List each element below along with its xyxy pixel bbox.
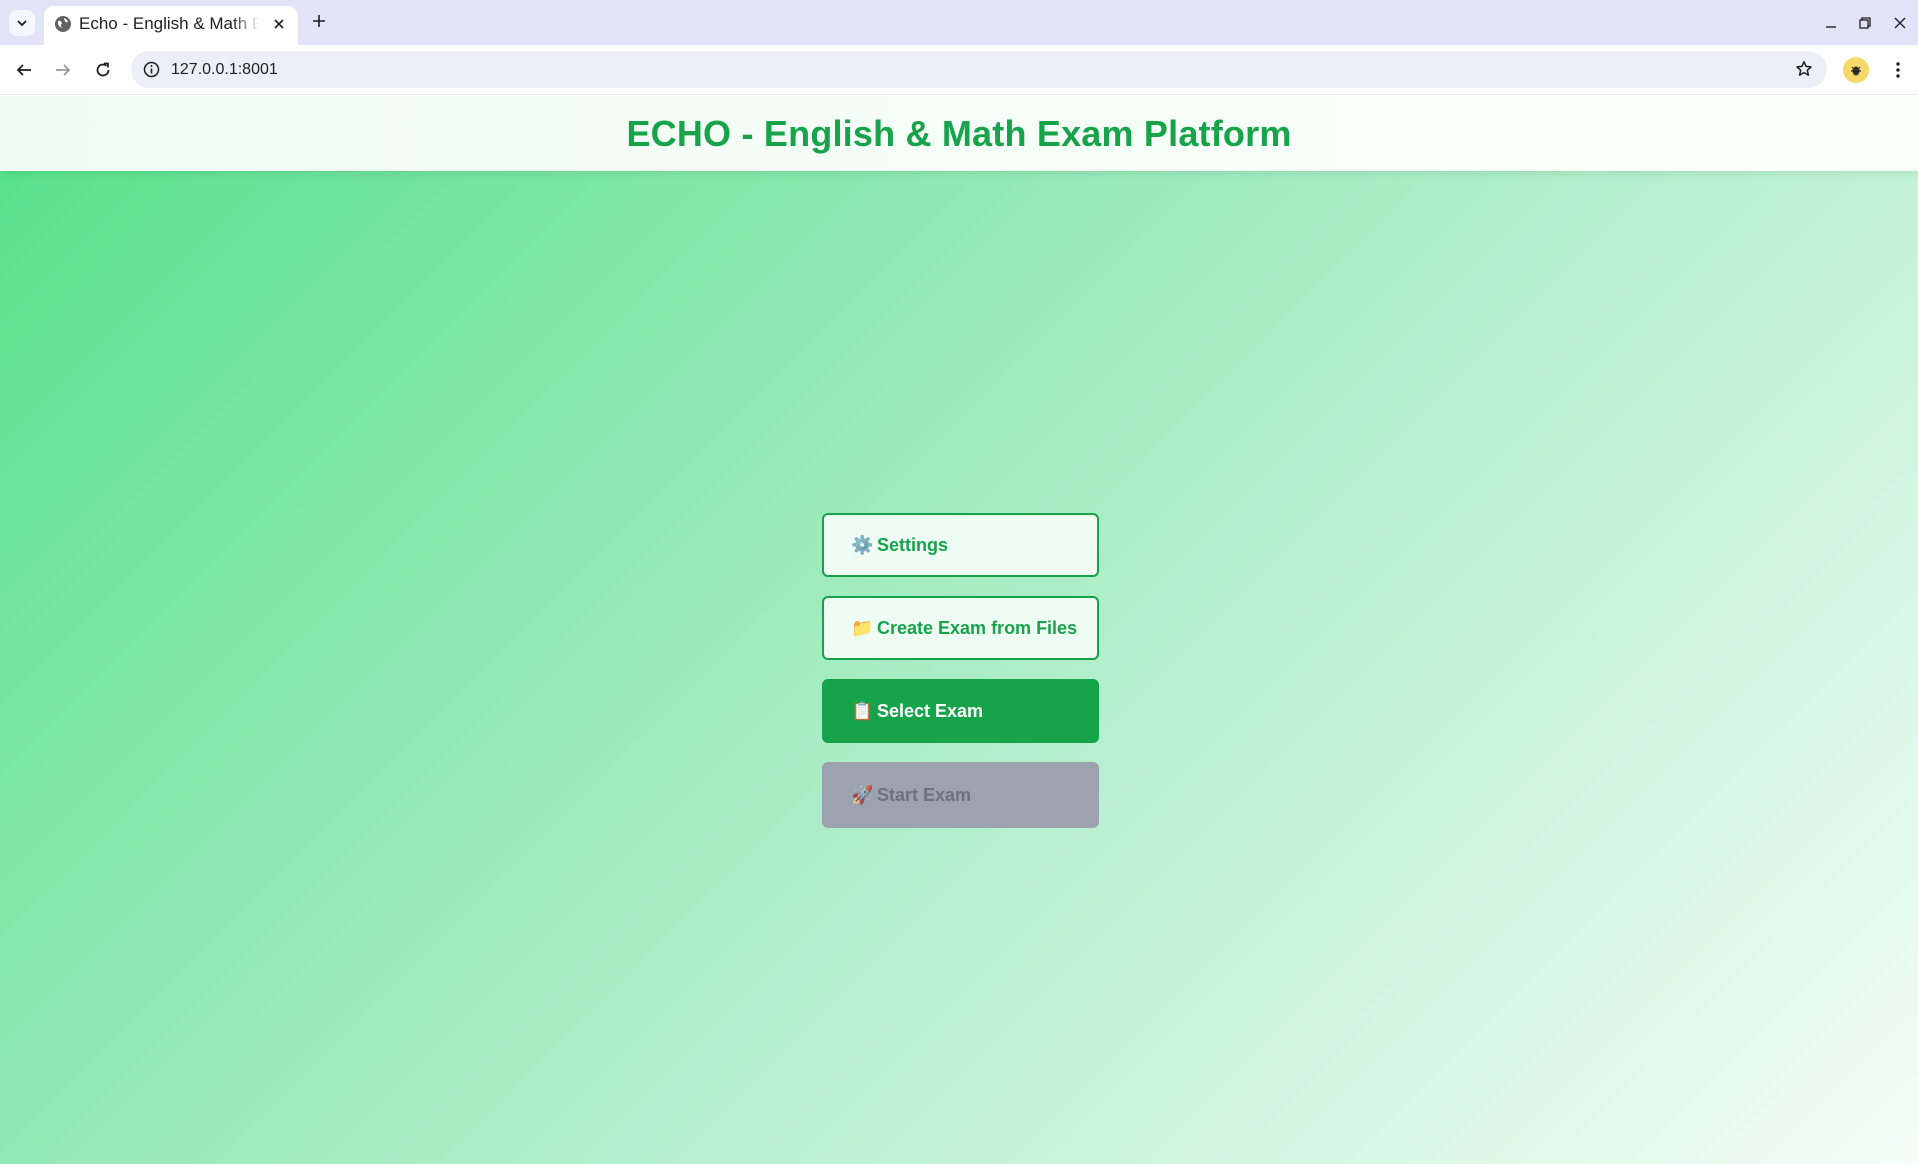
page-title: ECHO - English & Math Exam Platform [626,112,1292,154]
window-close-icon[interactable] [1887,10,1913,36]
select-exam-button[interactable]: 📋 Select Exam [822,679,1099,743]
main-menu: ⚙️ Settings 📁 Create Exam from Files 📋 S… [822,513,1099,847]
browser-toolbar: 127.0.0.1:8001 [0,45,1918,95]
tab-list-icon[interactable] [9,10,35,36]
rocket-icon: 🚀 [851,784,874,806]
plus-icon[interactable] [308,10,330,32]
app-header: ECHO - English & Math Exam Platform [0,96,1918,171]
extension-icon[interactable] [1843,57,1869,83]
start-exam-button-label: Start Exam [877,784,972,805]
kebab-menu-icon[interactable] [1884,56,1912,84]
clipboard-icon: 📋 [851,700,874,722]
restore-icon[interactable] [1852,10,1878,36]
browser-tab-strip: Echo - English & Math Exam Platform [0,0,1918,45]
start-exam-button: 🚀 Start Exam [822,762,1099,828]
select-exam-button-label: Select Exam [877,700,984,721]
gear-icon: ⚙️ [851,534,874,556]
close-icon[interactable] [269,14,289,34]
star-icon[interactable] [1793,58,1815,80]
settings-button[interactable]: ⚙️ Settings [822,513,1099,577]
folder-icon: 📁 [851,617,874,639]
create-exam-from-files-button[interactable]: 📁 Create Exam from Files [822,596,1099,660]
browser-tab[interactable]: Echo - English & Math Exam Platform [44,6,298,45]
minimize-icon[interactable] [1818,10,1844,36]
tab-title: Echo - English & Math Exam Platform [79,14,259,33]
forward-arrow-icon[interactable] [49,56,77,84]
back-arrow-icon[interactable] [10,56,38,84]
url-text[interactable]: 127.0.0.1:8001 [171,59,278,80]
globe-icon [54,15,72,33]
create-exam-button-label: Create Exam from Files [877,617,1078,638]
info-icon[interactable] [141,59,162,80]
address-bar[interactable]: 127.0.0.1:8001 [131,51,1827,88]
settings-button-label: Settings [877,534,949,555]
page-viewport: ECHO - English & Math Exam Platform ⚙️ S… [0,96,1918,1164]
reload-icon[interactable] [89,56,117,84]
